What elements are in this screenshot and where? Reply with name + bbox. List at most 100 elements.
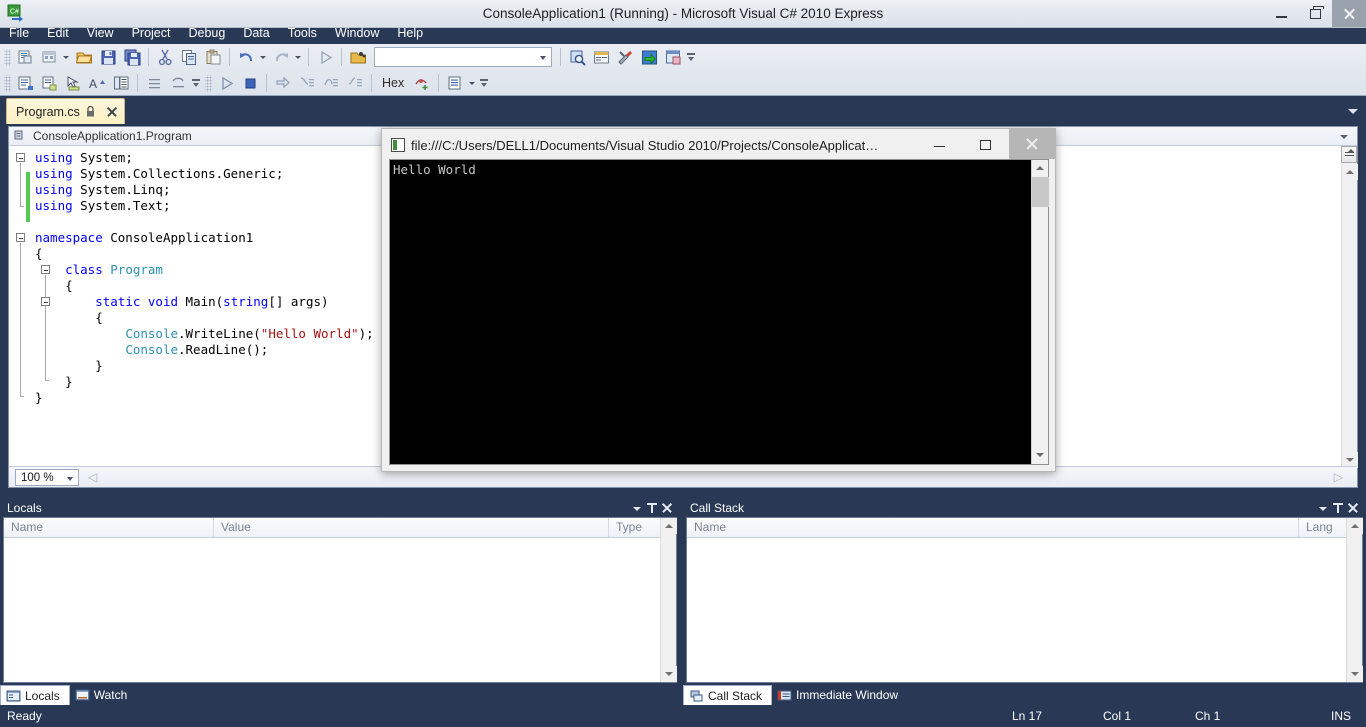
locals-window-menu-icon[interactable] <box>630 499 645 516</box>
undo-button[interactable] <box>235 46 257 68</box>
tab-immediate-window[interactable]: Immediate Window <box>772 685 907 705</box>
call-stack-scroll-down-icon[interactable] <box>1347 666 1363 682</box>
undo-last-action-button[interactable] <box>167 72 189 94</box>
console-minimize-button[interactable] <box>917 129 963 159</box>
save-all-button[interactable] <box>121 46 143 68</box>
editor-scroll-up-icon[interactable] <box>1342 164 1358 180</box>
console-screen[interactable]: Hello World <box>389 159 1049 465</box>
stop-debugging-button[interactable] <box>239 72 261 94</box>
step-out-button[interactable] <box>344 72 366 94</box>
chevron-down-icon[interactable] <box>258 46 269 68</box>
uncomment-selection-button[interactable] <box>38 72 60 94</box>
call-stack-column-language[interactable]: Lang <box>1299 518 1346 537</box>
quick-find-button[interactable] <box>62 72 84 94</box>
menu-item-edit[interactable]: Edit <box>38 23 78 43</box>
debug-windows-button[interactable] <box>444 72 466 94</box>
toolbar-grip[interactable] <box>4 74 11 92</box>
horizontal-scroll-left-icon[interactable]: ◁ <box>88 470 97 484</box>
copy-button[interactable] <box>178 46 200 68</box>
redo-button[interactable] <box>270 46 292 68</box>
open-file-button[interactable] <box>73 46 95 68</box>
outlining-collapse-usings[interactable] <box>16 153 25 162</box>
tab-watch[interactable]: Watch <box>70 685 137 705</box>
editor-split-handle[interactable] <box>1341 146 1357 163</box>
locals-scroll-down-icon[interactable] <box>661 666 677 682</box>
console-maximize-button[interactable] <box>963 129 1009 159</box>
find-combo-input[interactable] <box>374 47 552 67</box>
console-scroll-up-icon[interactable] <box>1032 160 1049 177</box>
paste-button[interactable] <box>202 46 224 68</box>
source-code[interactable]: using System; using System.Collections.G… <box>35 150 374 406</box>
solution-configurations-button[interactable] <box>347 46 369 68</box>
call-stack-grid-scrollbar[interactable] <box>1346 518 1363 682</box>
window-close-button[interactable] <box>1332 0 1366 27</box>
chevron-down-icon[interactable] <box>467 72 478 94</box>
console-scroll-thumb[interactable] <box>1032 177 1049 207</box>
call-stack-auto-hide-pin-icon[interactable] <box>1331 499 1346 516</box>
font-size-button[interactable]: A <box>86 72 108 94</box>
locals-column-name[interactable]: Name <box>4 518 214 537</box>
call-stack-close-icon[interactable] <box>1346 499 1361 516</box>
tab-call-stack[interactable]: Call Stack <box>683 685 773 705</box>
toolbar-grip[interactable] <box>205 74 212 92</box>
locals-auto-hide-pin-icon[interactable] <box>645 499 660 516</box>
breakpoint-button[interactable] <box>411 72 433 94</box>
call-stack-scroll-up-icon[interactable] <box>1347 518 1363 534</box>
horizontal-scroll-right-icon[interactable]: ▷ <box>1334 470 1343 484</box>
editor-vertical-scrollbar[interactable] <box>1341 146 1358 468</box>
editor-context-label[interactable]: ConsoleApplication1.Program <box>33 129 192 143</box>
menu-item-window[interactable]: Window <box>326 23 388 43</box>
menu-item-view[interactable]: View <box>78 23 123 43</box>
editor-navbar-dropdown-icon[interactable] <box>1339 133 1351 141</box>
hexadecimal-display-button[interactable]: Hex <box>376 72 410 94</box>
menu-item-tools[interactable]: Tools <box>279 23 326 43</box>
locals-scroll-up-icon[interactable] <box>661 518 677 534</box>
zoom-level-combo[interactable]: 100 % <box>15 468 79 486</box>
cut-button[interactable] <box>154 46 176 68</box>
locals-column-value[interactable]: Value <box>214 518 609 537</box>
object-browser-button[interactable] <box>638 46 660 68</box>
locals-close-icon[interactable] <box>660 499 675 516</box>
start-page-button[interactable] <box>662 46 684 68</box>
add-new-item-button[interactable] <box>38 46 60 68</box>
continue-button[interactable] <box>215 72 237 94</box>
menu-item-project[interactable]: Project <box>123 23 180 43</box>
menu-item-data[interactable]: Data <box>234 23 278 43</box>
chevron-down-icon[interactable] <box>293 46 304 68</box>
locals-grid[interactable]: Name Value Type <box>3 517 677 683</box>
toolbar-grip[interactable] <box>4 48 11 66</box>
chevron-down-icon[interactable] <box>61 46 72 68</box>
save-button[interactable] <box>97 46 119 68</box>
window-maximize-button[interactable] <box>1298 0 1332 27</box>
decrease-indent-button[interactable] <box>143 72 165 94</box>
new-project-button[interactable] <box>14 46 36 68</box>
menu-item-file[interactable]: File <box>0 23 38 43</box>
locals-grid-scrollbar[interactable] <box>660 518 677 682</box>
outlining-collapse-namespace[interactable] <box>16 233 25 242</box>
call-stack-grid[interactable]: Name Lang <box>686 517 1363 683</box>
console-vertical-scrollbar[interactable] <box>1031 160 1049 464</box>
tab-strip-dropdown-icon[interactable] <box>1346 104 1360 118</box>
step-into-button[interactable] <box>296 72 318 94</box>
console-output-window[interactable]: file:///C:/Users/DELL1/Documents/Visual … <box>381 128 1056 472</box>
console-close-button[interactable] <box>1009 129 1055 159</box>
toolbar-overflow-button[interactable] <box>479 72 489 94</box>
toolbox-button[interactable] <box>614 46 636 68</box>
call-stack-column-name[interactable]: Name <box>687 518 1299 537</box>
call-stack-window-menu-icon[interactable] <box>1316 499 1331 516</box>
comment-selection-button[interactable] <box>14 72 36 94</box>
console-scroll-down-icon[interactable] <box>1032 447 1049 464</box>
menu-item-debug[interactable]: Debug <box>179 23 234 43</box>
step-over-button[interactable] <box>320 72 342 94</box>
menu-item-help[interactable]: Help <box>388 23 432 43</box>
document-tab-close-icon[interactable] <box>105 105 118 118</box>
start-debugging-button[interactable] <box>314 46 336 68</box>
tab-locals[interactable]: Locals <box>0 685 70 705</box>
properties-window-button[interactable] <box>590 46 612 68</box>
find-in-files-button[interactable] <box>566 46 588 68</box>
document-tab-program-cs[interactable]: Program.cs <box>6 98 125 124</box>
locals-column-type[interactable]: Type <box>609 518 662 537</box>
toggle-outlining-button[interactable] <box>110 72 132 94</box>
show-next-statement-button[interactable] <box>272 72 294 94</box>
toolbar-overflow-button[interactable] <box>686 46 696 68</box>
